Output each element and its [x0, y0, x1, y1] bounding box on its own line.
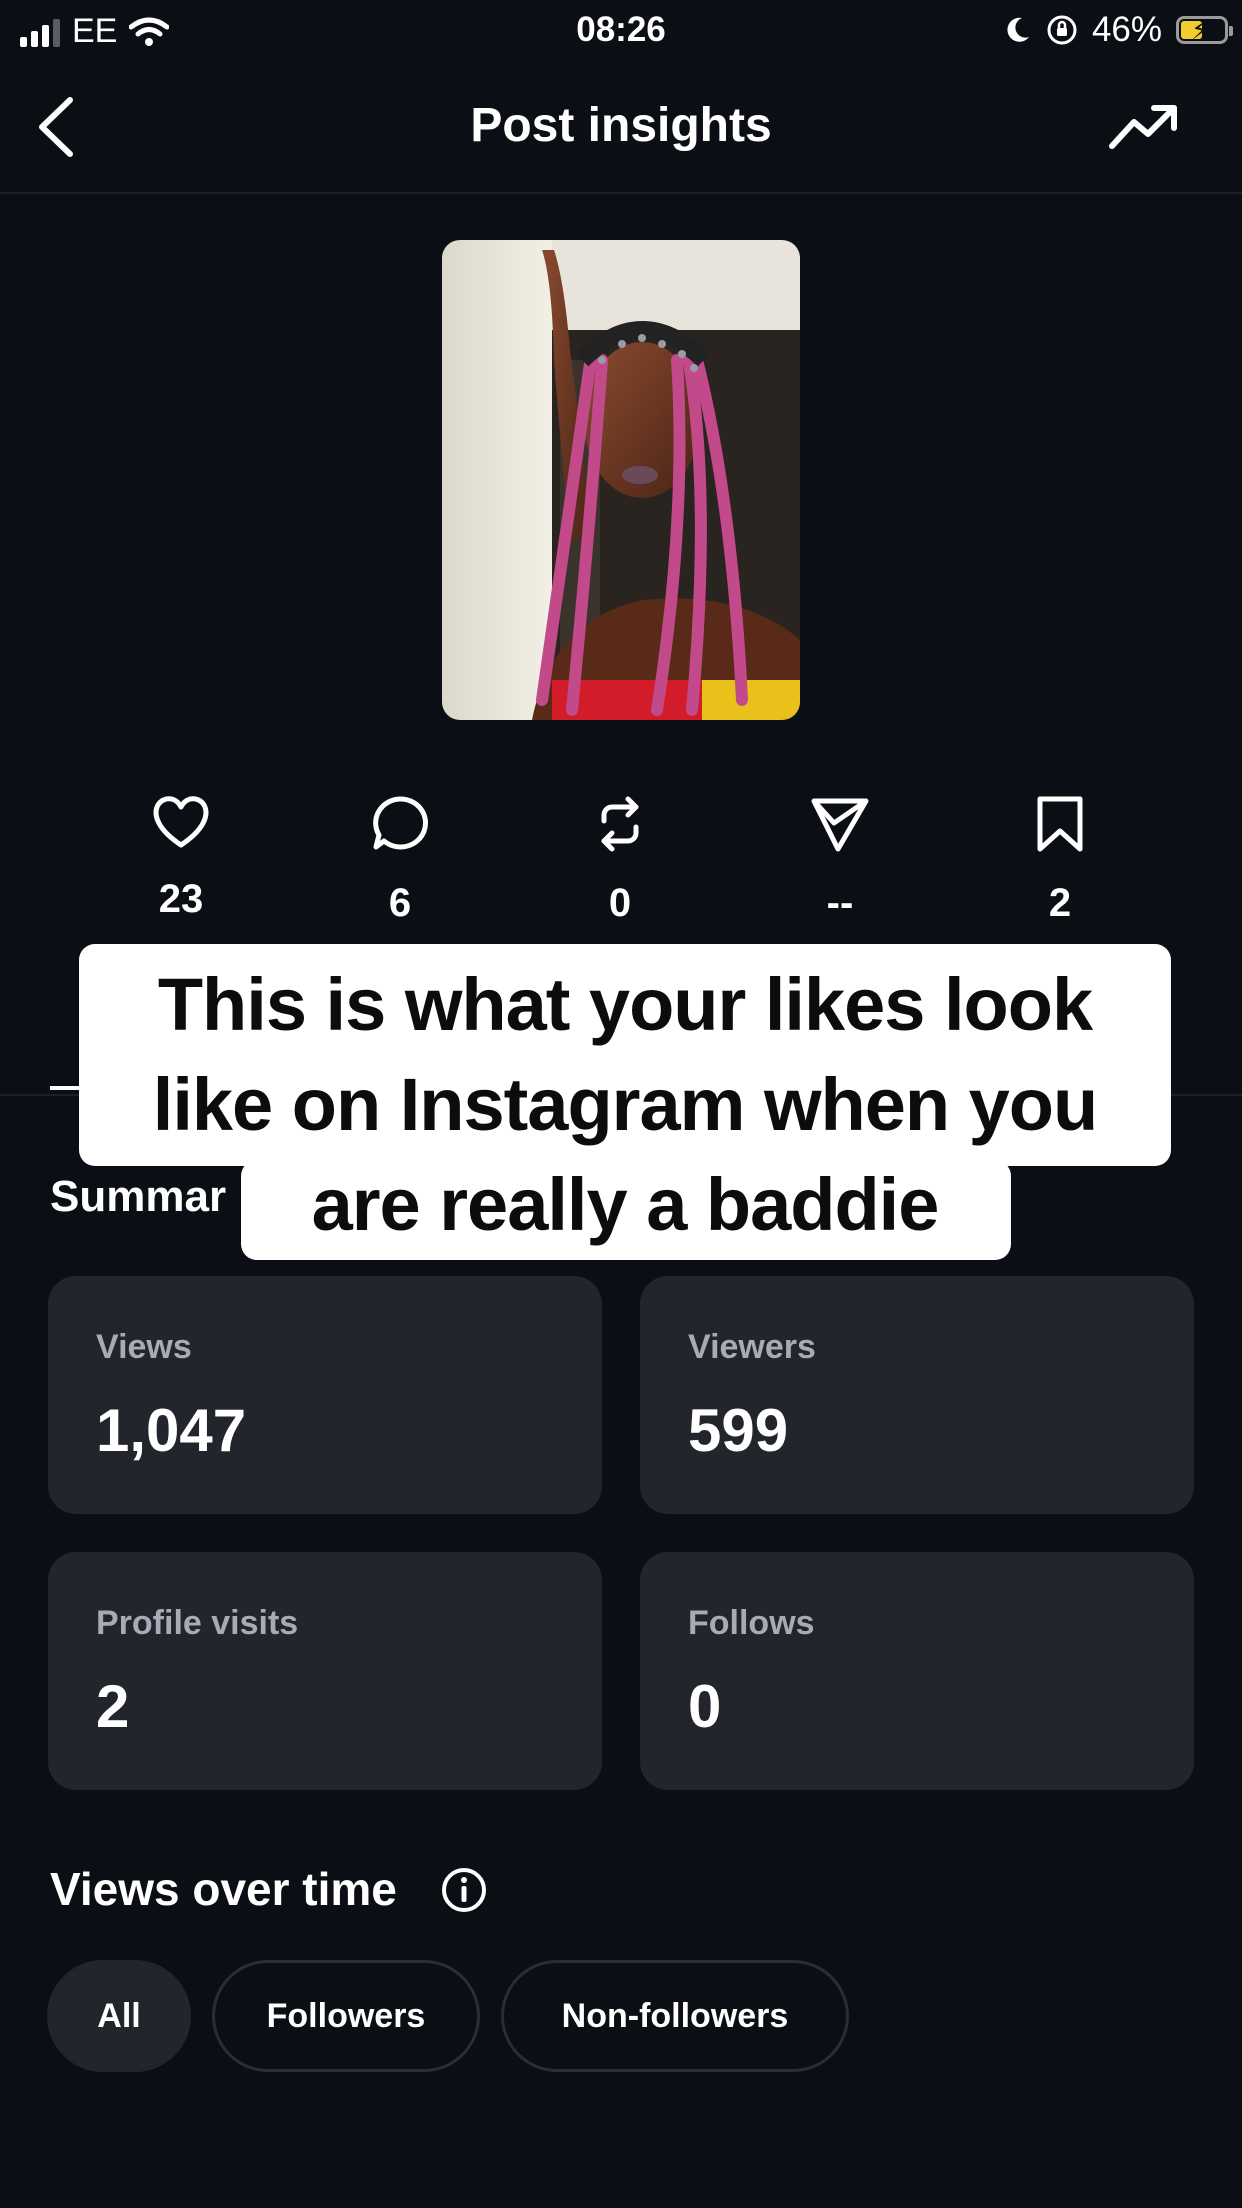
caption-line-3: are really a baddie: [311, 1163, 940, 1246]
battery-icon: ⚡: [1176, 15, 1233, 45]
trend-button[interactable]: [1108, 100, 1180, 154]
follows-label: Follows: [688, 1604, 815, 1642]
page-title: Post insights: [470, 99, 772, 152]
views-card: Views 1,047: [48, 1276, 602, 1514]
reposts-count: 0: [608, 881, 632, 925]
battery-percent: 46%: [1091, 10, 1162, 49]
saves-stat[interactable]: 2: [1000, 795, 1120, 926]
views-over-time-heading: Views over time: [50, 1863, 397, 1915]
caption-line-2: like on Instagram when you: [152, 1063, 1098, 1146]
saves-count: 2: [1048, 881, 1072, 925]
profile-visits-value: 2: [96, 1673, 130, 1740]
trending-up-icon: [1109, 105, 1177, 149]
bookmark-icon: [1037, 796, 1083, 852]
views-label: Views: [96, 1328, 192, 1366]
profile-visits-card: Profile visits 2: [48, 1552, 602, 1790]
views-value: 1,047: [96, 1397, 247, 1464]
follows-value: 0: [688, 1673, 722, 1740]
comments-stat[interactable]: 6: [340, 795, 460, 926]
send-icon: [811, 798, 869, 852]
comments-count: 6: [388, 881, 412, 925]
post-photo: [442, 240, 800, 720]
header: Post insights: [0, 62, 1242, 194]
rotation-lock-icon: [1047, 15, 1077, 45]
post-thumbnail[interactable]: [442, 240, 800, 720]
likes-stat[interactable]: 23: [121, 795, 241, 922]
status-right: 46% ⚡: [1002, 10, 1233, 50]
comment-icon: [373, 796, 429, 850]
overlay-caption: This is what your likes look like on Ins…: [79, 955, 1171, 1255]
heart-icon: [153, 796, 209, 848]
viewers-value: 599: [688, 1397, 789, 1464]
shares-count: --: [826, 881, 854, 925]
info-button[interactable]: [440, 1866, 488, 1914]
shares-stat[interactable]: --: [780, 795, 900, 926]
caption-line-1: This is what your likes look: [157, 963, 1093, 1046]
profile-visits-label: Profile visits: [96, 1604, 299, 1642]
repost-icon: [601, 796, 639, 852]
info-icon: [442, 1868, 486, 1912]
reposts-stat[interactable]: 0: [560, 795, 680, 926]
viewers-card: Viewers 599: [640, 1276, 1194, 1514]
moon-icon: [1007, 17, 1029, 42]
filter-non-followers-chip[interactable]: Non-followers: [501, 1960, 849, 2072]
viewers-label: Viewers: [688, 1328, 816, 1366]
filter-followers-chip[interactable]: Followers: [212, 1960, 480, 2072]
filter-all-chip[interactable]: All: [47, 1960, 191, 2072]
follows-card: Follows 0: [640, 1552, 1194, 1790]
likes-count: 23: [158, 877, 204, 921]
status-bar: EE 08:26 46% ⚡: [0, 0, 1242, 62]
